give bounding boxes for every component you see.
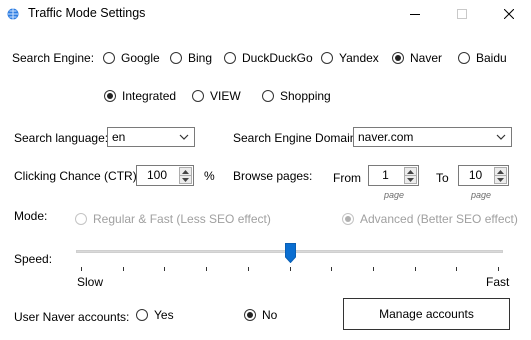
app-icon <box>7 8 19 20</box>
maximize-icon <box>457 9 467 19</box>
radio-dot <box>458 52 470 64</box>
radio-dot-selected <box>244 309 256 321</box>
radio-dot <box>192 90 204 102</box>
radio-dot <box>103 52 115 64</box>
clicking-chance-value[interactable]: 100 <box>137 168 177 182</box>
slider-tick <box>331 267 333 271</box>
to-label: To <box>436 171 449 185</box>
radio-dot-selected <box>392 52 404 64</box>
to-page-caption: page <box>471 190 492 200</box>
percent-unit: % <box>204 169 215 183</box>
engine-duckduckgo-radio[interactable]: DuckDuckGo <box>224 51 313 65</box>
slider-tick <box>81 267 82 271</box>
radio-dot <box>170 52 182 64</box>
spin-down-button[interactable] <box>494 175 507 184</box>
speed-max-label: Fast <box>486 275 510 289</box>
maximize-button[interactable] <box>443 0 481 28</box>
chevron-down-icon <box>496 134 506 140</box>
spin-down-button[interactable] <box>404 175 417 184</box>
engine-naver-radio[interactable]: Naver <box>392 51 442 65</box>
naver-shopping-radio[interactable]: Shopping <box>262 89 331 103</box>
slider-tick <box>289 267 291 271</box>
engine-bing-radio[interactable]: Bing <box>170 51 212 65</box>
mode-regular-radio: Regular & Fast (Less SEO effect) <box>75 212 271 226</box>
browse-from-value[interactable]: 1 <box>369 168 402 182</box>
search-language-label: Search language: <box>14 131 109 145</box>
browse-to-spinner[interactable]: 10 <box>458 165 509 186</box>
speed-min-label: Slow <box>77 275 104 289</box>
caret-down-icon <box>182 177 189 182</box>
radio-dot <box>224 52 236 64</box>
engine-yandex-radio[interactable]: Yandex <box>321 51 379 65</box>
caret-up-icon <box>182 169 189 174</box>
minimize-button[interactable] <box>396 0 434 28</box>
engine-baidu-radio[interactable]: Baidu <box>458 51 507 65</box>
slider-tick <box>456 267 458 271</box>
clicking-chance-label: Clicking Chance (CTR): <box>14 169 141 183</box>
slider-tick <box>498 267 499 271</box>
radio-dot <box>75 213 87 225</box>
caret-up-icon <box>497 169 504 174</box>
slider-tick <box>164 267 166 271</box>
from-label: From <box>333 171 361 185</box>
radio-dot <box>321 52 333 64</box>
caret-down-icon <box>407 177 414 182</box>
search-engine-label: Search Engine: <box>12 51 95 65</box>
caret-down-icon <box>497 177 504 182</box>
slider-tick <box>372 267 374 271</box>
speed-slider-thumb[interactable] <box>284 243 296 263</box>
slider-tick <box>206 267 208 271</box>
search-language-select[interactable]: en <box>107 127 195 147</box>
close-icon <box>504 9 514 19</box>
search-engine-domain-label: Search Engine Domain: <box>233 131 360 145</box>
mode-label: Mode: <box>14 209 48 223</box>
search-engine-domain-select[interactable]: naver.com <box>353 127 512 147</box>
naver-accounts-label: User Naver accounts: <box>14 310 130 324</box>
speed-label: Speed: <box>14 252 53 266</box>
clicking-chance-spinner[interactable]: 100 <box>136 165 194 186</box>
search-language-value: en <box>112 130 126 144</box>
radio-dot <box>136 309 148 321</box>
mode-advanced-radio: Advanced (Better SEO effect) <box>342 212 518 226</box>
accounts-no-radio[interactable]: No <box>244 308 277 322</box>
minimize-icon <box>410 14 420 15</box>
radio-dot <box>262 90 274 102</box>
slider-tick <box>414 267 416 271</box>
browse-pages-label: Browse pages: <box>233 169 313 183</box>
slider-tick <box>247 267 249 271</box>
naver-view-radio[interactable]: VIEW <box>192 89 241 103</box>
from-page-caption: page <box>384 190 405 200</box>
window-title: Traffic Mode Settings <box>28 6 146 20</box>
engine-google-radio[interactable]: Google <box>103 51 160 65</box>
radio-dot-selected <box>342 213 354 225</box>
caret-up-icon <box>407 169 414 174</box>
chevron-down-icon <box>179 134 189 140</box>
naver-integrated-radio[interactable]: Integrated <box>104 89 176 103</box>
spin-down-button[interactable] <box>179 175 192 184</box>
search-engine-domain-value: naver.com <box>358 130 414 144</box>
slider-tick <box>122 267 124 271</box>
close-button[interactable] <box>490 0 528 28</box>
radio-dot-selected <box>104 90 116 102</box>
browse-to-value[interactable]: 10 <box>459 168 492 182</box>
manage-accounts-button[interactable]: Manage accounts <box>343 298 510 330</box>
accounts-yes-radio[interactable]: Yes <box>136 308 174 322</box>
traffic-mode-settings-window: Traffic Mode Settings Search Engine: Goo… <box>0 0 531 340</box>
browse-from-spinner[interactable]: 1 <box>368 165 419 186</box>
